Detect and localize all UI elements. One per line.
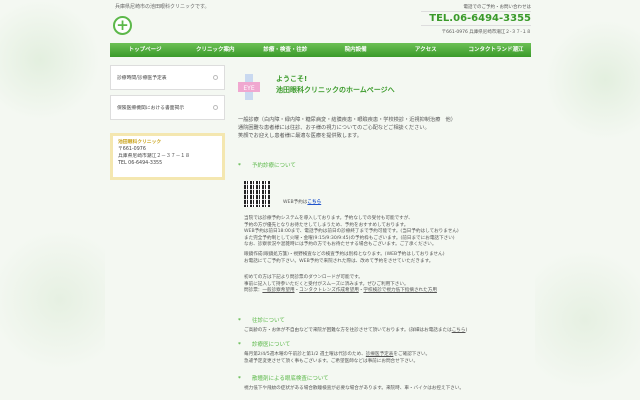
- circle-icon: [213, 75, 218, 80]
- clinic-zip: 〒661-0976: [118, 147, 146, 152]
- schedule-link[interactable]: 診療医予定表: [366, 352, 394, 357]
- form-link-school[interactable]: 学校検診で視力低下指摘された方用: [363, 288, 437, 293]
- sidebar-link-schedule[interactable]: 診療時間/診療医予定表: [110, 65, 225, 90]
- qr-code-image: [244, 181, 270, 207]
- phone-box: 電話でのご予約・お問い合わせは TEL.06-6494-3355 〒661-09…: [421, 4, 531, 35]
- site-tagline: 兵庫県尼崎市の池田眼科クリニックです。: [115, 4, 210, 10]
- svg-text:EYE: EYE: [243, 85, 254, 92]
- form-link-contact[interactable]: コンタクトレンズ作成希望用: [299, 288, 359, 293]
- nav-top[interactable]: トップページ: [110, 43, 180, 57]
- nav-access[interactable]: アクセス: [391, 43, 461, 57]
- header-address: 〒661-0976 兵庫県尼崎市潮江２-３７-１８: [441, 30, 531, 35]
- section-heading-doctors: * 診療医について: [238, 342, 291, 348]
- doctors-text: 毎月第2/4/5週木曜の午前診と第1/2 週土曜は代診のため、診療医予定表をご確…: [244, 352, 431, 364]
- circle-icon: [213, 105, 218, 110]
- intro-text: 一般診療（白内障・緑内障・糖尿病変・結膜疾患・眼瞼疾患・学校検診・近視抑制治療 …: [238, 117, 456, 139]
- home-visit-text: ご高齢の方・お体が不自由などで来院が困難な方を往診させて頂いております。(詳細は…: [244, 328, 468, 333]
- welcome-title: ようこそ! 池田眼科クリニックのホームページへ: [276, 75, 395, 94]
- section-heading-dilation: * 散瞳剤による眼底検査について: [238, 376, 329, 382]
- home-visit-link[interactable]: こちら: [452, 328, 466, 333]
- dilation-text: 視力低下や飛蚊の症状がある場合散瞳検査が必要な場合があります。来院時、車・バイク…: [244, 386, 464, 391]
- web-reservation-link[interactable]: こちら: [307, 200, 321, 205]
- section-heading-reservation: * 予約診療について: [238, 163, 296, 169]
- eye-clinic-cross-icon: EYE: [238, 74, 260, 100]
- clinic-address: 兵庫県尼崎市潮江２－３７－１８: [118, 154, 190, 159]
- clinic-logo-cross-icon[interactable]: +: [113, 16, 132, 35]
- background-decoration-left: [0, 0, 105, 400]
- nav-clinic[interactable]: クリニック案内: [180, 43, 250, 57]
- page-container: 兵庫県尼崎市の池田眼科クリニックです。 + 電話でのご予約・お問い合わせは TE…: [110, 0, 531, 400]
- phone-note: 電話でのご予約・お問い合わせは: [463, 5, 532, 10]
- reservation-text: 当院では診療予約システムを導入しております。予約なしでの受付も可能ですが、 予約の…: [244, 216, 459, 248]
- main-nav: トップページ クリニック案内 診療・検査・往診 院内設備 アクセス コンタクトラ…: [110, 43, 531, 57]
- form-link-general[interactable]: 一般診察希望用: [262, 288, 294, 293]
- nav-services[interactable]: 診療・検査・往診: [250, 43, 320, 57]
- sidebar-link-notice[interactable]: 保険医療機関における書面掲示: [110, 95, 225, 120]
- nav-contactland[interactable]: コンタクトランド潮江: [461, 43, 531, 57]
- clinic-name: 池田眼科クリニック: [118, 140, 162, 145]
- nav-facilities[interactable]: 院内設備: [321, 43, 391, 57]
- phone-number[interactable]: TEL.06-6494-3355: [421, 11, 531, 26]
- clinic-info-box: 池田眼科クリニック 〒661-0976 兵庫県尼崎市潮江２－３７－１８ TEL …: [110, 133, 225, 180]
- exam-reservation-text: 眼鏡作成(眼鏡処方箋)・視野検査などの検査予約は別枠となります。(WEB予約はし…: [244, 252, 445, 264]
- sidebar-link-label: 診療時間/診療医予定表: [117, 76, 167, 81]
- sidebar-link-label: 保険医療機関における書面掲示: [117, 106, 185, 111]
- questionnaire-text: 初めての方は下記より問診票のダウンロードが可能です。 事前に記入して持参いただくと…: [244, 275, 437, 294]
- web-reservation-line: WEB予約はこちら: [283, 200, 322, 205]
- section-heading-home-visit: * 往診について: [238, 318, 285, 324]
- clinic-tel: TEL 06-6494-3355: [118, 161, 163, 166]
